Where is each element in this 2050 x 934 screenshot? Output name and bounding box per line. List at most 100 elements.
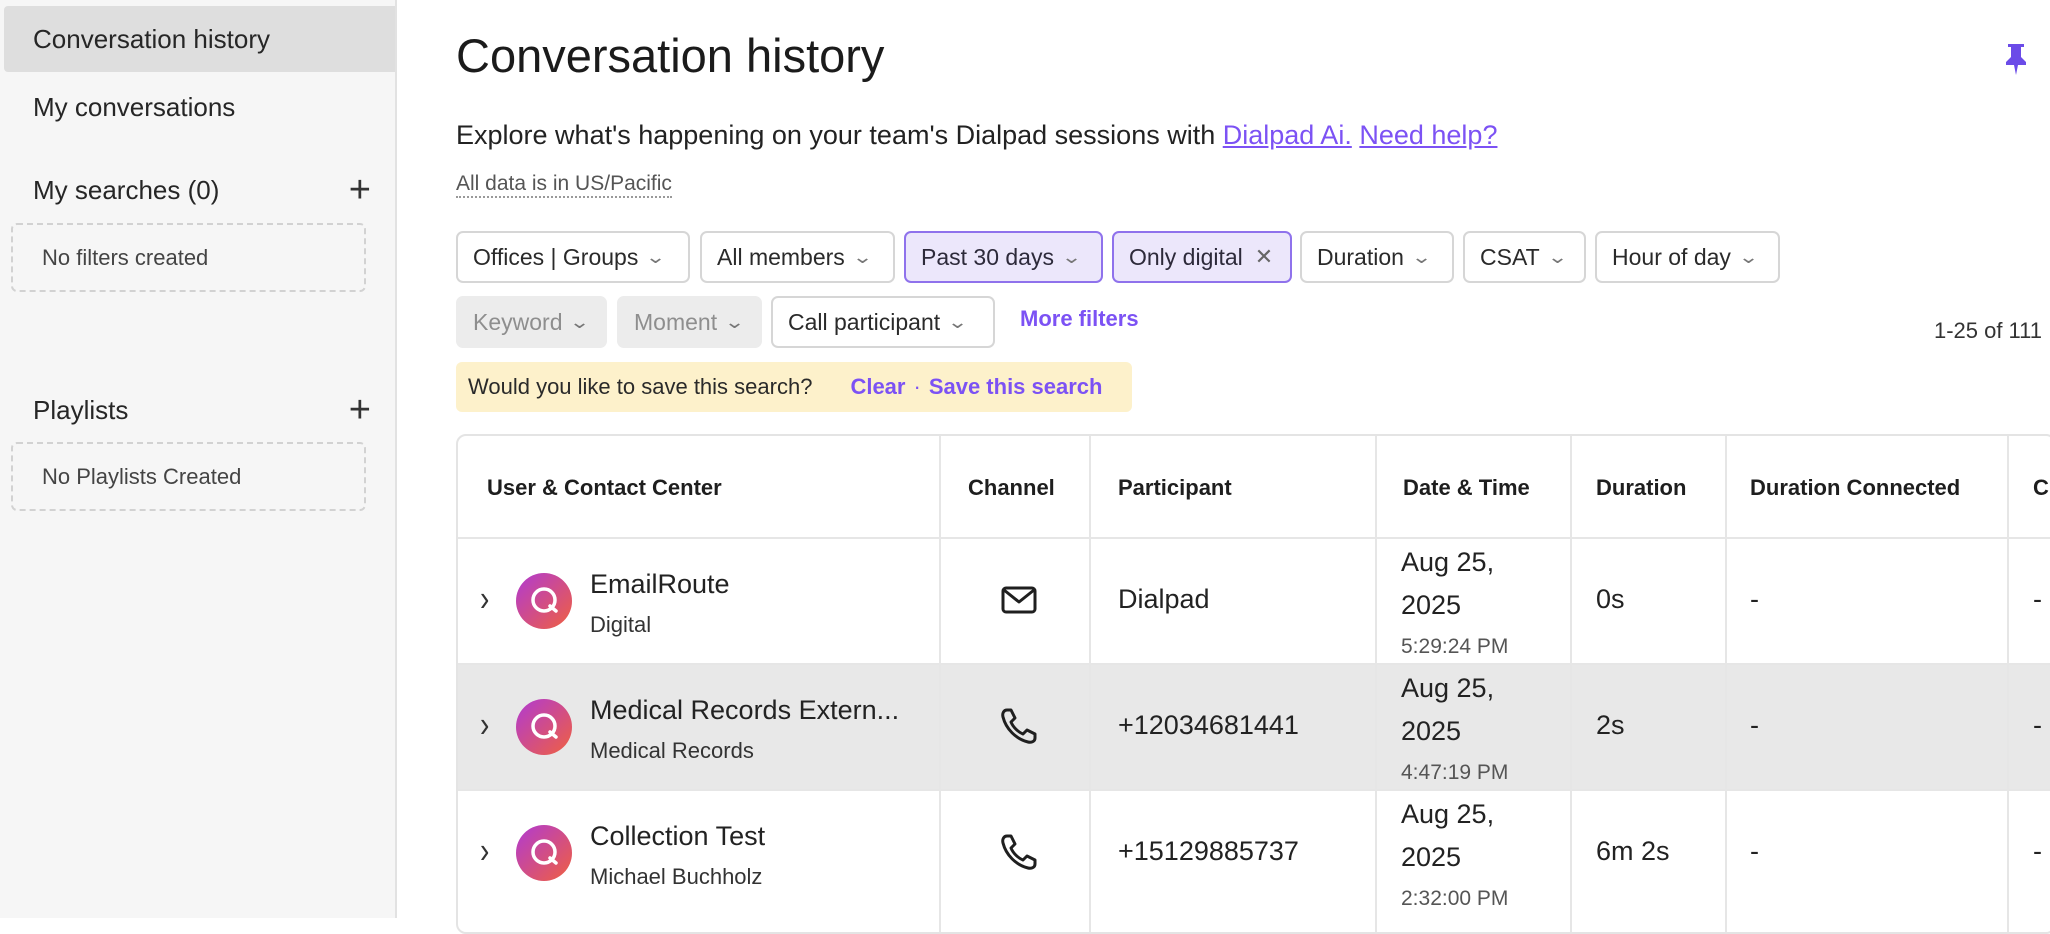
phone-icon (1001, 708, 1037, 744)
dialpad-ai-link[interactable]: Dialpad Ai. (1223, 120, 1352, 150)
page-title: Conversation history (456, 29, 885, 82)
column-header-date-time[interactable]: Date & Time (1403, 436, 1530, 539)
sidebar: Conversation history My conversations My… (0, 0, 397, 918)
column-header-duration-connected[interactable]: Duration Connected (1750, 436, 1960, 539)
filter-label: Call participant (788, 308, 941, 335)
filter-call-participant[interactable]: Call participant ⌄ (771, 296, 995, 348)
save-search-link[interactable]: Save this search (929, 374, 1103, 400)
filter-label: Offices | Groups (473, 243, 639, 270)
playlists-header: Playlists + (33, 390, 371, 430)
time: 4:47:19 PM (1401, 761, 1509, 784)
duration: 6m 2s (1596, 836, 1670, 866)
year: 2025 (1401, 842, 1462, 872)
results-count: 1-25 of 111 (1933, 318, 2042, 343)
contact-center-avatar (516, 699, 572, 755)
date: Aug 25, (1401, 799, 1495, 829)
contact-center-avatar (516, 573, 572, 629)
column-header-channel[interactable]: Channel (968, 436, 1055, 539)
phone-icon (1001, 834, 1037, 870)
duration-connected: - (1750, 836, 1759, 866)
filter-csat[interactable]: CSAT ⌄ (1463, 231, 1586, 283)
date: Aug 25, (1401, 673, 1495, 703)
user-subtitle: Medical Records (590, 738, 754, 763)
pin-icon[interactable] (2003, 42, 2029, 76)
expand-row-icon[interactable]: › (480, 578, 489, 620)
user-name: Medical Records Extern... (590, 695, 900, 725)
save-search-prompt: Would you like to save this search? (468, 374, 813, 399)
column-header-duration[interactable]: Duration (1596, 436, 1686, 539)
user-name: EmailRoute (590, 569, 730, 599)
my-searches-header: My searches (0) + (33, 170, 371, 210)
filter-moment[interactable]: Moment ⌄ (617, 296, 762, 348)
filter-label: Past 30 days (921, 243, 1054, 270)
intro-description: Explore what's happening on your team's … (456, 120, 1223, 150)
user-subtitle: Digital (590, 612, 652, 637)
separator: · (913, 374, 921, 399)
user-subtitle: Michael Buchholz (590, 864, 763, 889)
column-header-extra[interactable]: C (2033, 436, 2049, 539)
participant: Dialpad (1118, 584, 1210, 614)
save-search-banner: Would you like to save this search? Clea… (456, 362, 1132, 412)
column-divider (1725, 436, 1727, 932)
filter-label: Moment (634, 308, 718, 335)
time: 2:32:00 PM (1401, 887, 1509, 910)
mail-icon (1001, 586, 1037, 614)
no-filters-placeholder: No filters created (11, 223, 366, 292)
timezone-note[interactable]: All data is in US/Pacific (456, 172, 672, 198)
add-search-icon[interactable]: + (349, 171, 371, 209)
year: 2025 (1401, 590, 1462, 620)
more-filters-link[interactable]: More filters (1020, 306, 1139, 332)
chevron-down-icon: ⌄ (645, 246, 667, 267)
filter-hour-of-day[interactable]: Hour of day ⌄ (1595, 231, 1780, 283)
clear-search-link[interactable]: Clear (850, 374, 905, 400)
table-row[interactable]: › Collection Test Michael Buchholz +1512… (458, 791, 2050, 915)
extra-cell: - (2033, 584, 2042, 614)
filter-keyword[interactable]: Keyword ⌄ (456, 296, 607, 348)
duration: 2s (1596, 710, 1625, 740)
my-searches-label: My searches (0) (33, 174, 220, 205)
table-row[interactable]: › Medical Records Extern... Medical Reco… (458, 665, 2050, 789)
chevron-down-icon: ⌄ (1546, 246, 1568, 267)
no-playlists-placeholder: No Playlists Created (11, 442, 366, 511)
sidebar-item-conversation-history[interactable]: Conversation history (4, 6, 395, 72)
filter-offices-groups[interactable]: Offices | Groups ⌄ (456, 231, 690, 283)
filter-date-range[interactable]: Past 30 days ⌄ (904, 231, 1103, 283)
filter-label: Duration (1317, 243, 1404, 270)
filter-label: All members (717, 243, 845, 270)
filter-all-members[interactable]: All members ⌄ (700, 231, 895, 283)
filter-label: CSAT (1480, 243, 1540, 270)
remove-filter-icon[interactable]: ✕ (1255, 244, 1273, 270)
time: 5:29:24 PM (1401, 635, 1509, 658)
chevron-down-icon: ⌄ (1737, 246, 1760, 267)
extra-cell: - (2033, 710, 2042, 740)
chevron-down-icon: ⌄ (947, 311, 969, 332)
user-name: Collection Test (590, 821, 766, 851)
participant: +12034681441 (1118, 710, 1299, 740)
column-divider (1570, 436, 1572, 932)
duration-connected: - (1750, 584, 1759, 614)
playlists-label: Playlists (33, 394, 129, 425)
need-help-link[interactable]: Need help? (1359, 120, 1497, 150)
chevron-down-icon: ⌄ (1060, 246, 1083, 267)
expand-row-icon[interactable]: › (480, 704, 489, 746)
chevron-down-icon: ⌄ (851, 246, 873, 267)
contact-center-avatar (516, 825, 572, 881)
column-header-user[interactable]: User & Contact Center (487, 436, 722, 539)
duration-connected: - (1750, 710, 1759, 740)
conversations-table: User & Contact Center Channel Participan… (456, 434, 2050, 934)
column-divider (1375, 436, 1377, 932)
extra-cell: - (2033, 836, 2042, 866)
column-header-participant[interactable]: Participant (1118, 436, 1232, 539)
filter-duration[interactable]: Duration ⌄ (1300, 231, 1454, 283)
add-playlist-icon[interactable]: + (349, 391, 371, 429)
filter-only-digital[interactable]: Only digital ✕ (1112, 231, 1292, 283)
filter-label: Only digital (1129, 243, 1243, 270)
filter-label: Keyword (473, 308, 563, 335)
sidebar-item-my-conversations[interactable]: My conversations (4, 74, 395, 140)
chevron-down-icon: ⌄ (724, 311, 746, 332)
filter-label: Hour of day (1612, 243, 1731, 270)
date: Aug 25, (1401, 547, 1495, 577)
expand-row-icon[interactable]: › (480, 830, 489, 872)
table-row[interactable]: › EmailRoute Digital Dialpad Aug 25, 202… (458, 539, 2050, 663)
chevron-down-icon: ⌄ (569, 311, 591, 332)
